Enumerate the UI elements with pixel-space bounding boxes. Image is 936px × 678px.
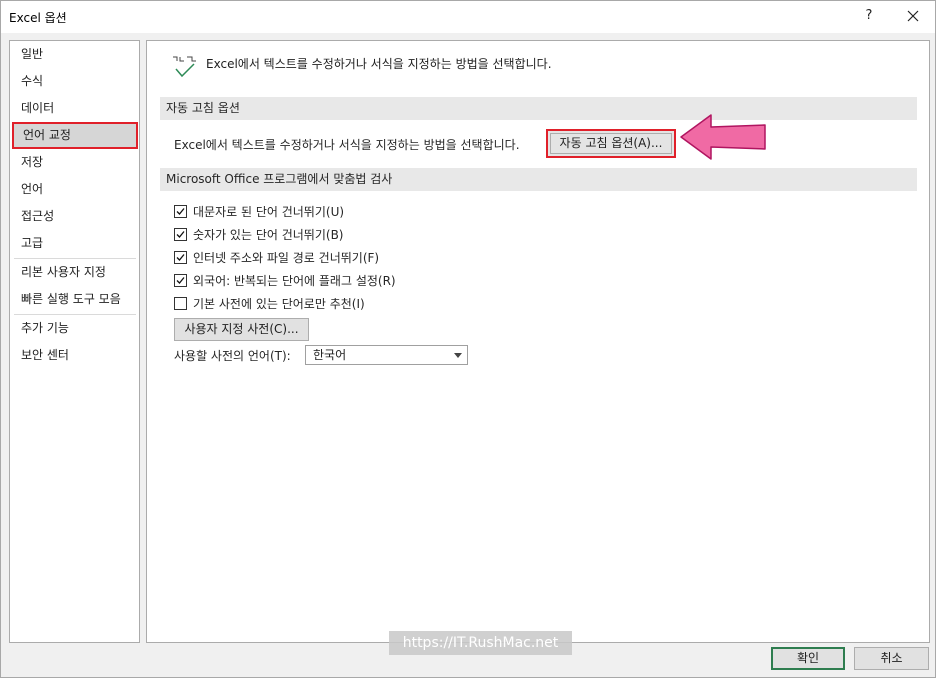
sidebar-item-add-ins[interactable]: 추가 기능: [10, 315, 139, 342]
close-icon: [907, 10, 919, 22]
option-suggest-main-dictionary-only[interactable]: 기본 사전에 있는 단어로만 추천(I): [174, 295, 365, 313]
help-button[interactable]: ?: [847, 1, 891, 31]
autocorrect-options-button[interactable]: 자동 고침 옵션(A)...: [546, 129, 676, 158]
autocorrect-section-header: 자동 고침 옵션: [160, 97, 917, 120]
panel-description: Excel에서 텍스트를 수정하거나 서식을 지정하는 방법을 선택합니다.: [206, 57, 552, 71]
option-ignore-numbers[interactable]: 숫자가 있는 단어 건너뛰기(B): [174, 226, 343, 244]
option-ignore-uppercase[interactable]: 대문자로 된 단어 건너뛰기(U): [174, 203, 344, 221]
custom-dictionaries-button[interactable]: 사용자 지정 사전(C)...: [174, 318, 309, 341]
checkbox[interactable]: [174, 251, 187, 264]
watermark: https://IT.RushMac.net: [389, 631, 572, 655]
spelling-section-header: Microsoft Office 프로그램에서 맞춤법 검사: [160, 168, 917, 191]
sidebar-item-quick-access-toolbar[interactable]: 빠른 실행 도구 모음: [10, 286, 139, 313]
autocorrect-description: Excel에서 텍스트를 수정하거나 서식을 지정하는 방법을 선택합니다.: [174, 138, 520, 152]
sidebar-item-proofing[interactable]: 언어 교정: [12, 122, 138, 149]
checkbox[interactable]: [174, 205, 187, 218]
option-ignore-internet-paths[interactable]: 인터넷 주소와 파일 경로 건너뛰기(F): [174, 249, 379, 267]
sidebar-item-customize-ribbon[interactable]: 리본 사용자 지정: [10, 259, 139, 286]
proofing-panel: Excel에서 텍스트를 수정하거나 서식을 지정하는 방법을 선택합니다. 자…: [146, 40, 930, 643]
proofing-abc-check-icon: [173, 56, 196, 78]
checkmark-icon: [176, 208, 185, 215]
pointer-arrow-annotation: [680, 114, 766, 160]
checkmark-icon: [176, 231, 185, 238]
checkbox[interactable]: [174, 297, 187, 310]
option-label: 대문자로 된 단어 건너뛰기(U): [193, 205, 345, 219]
checkbox[interactable]: [174, 274, 187, 287]
ok-button[interactable]: 확인: [771, 647, 845, 670]
sidebar-item-formulas[interactable]: 수식: [10, 68, 139, 95]
checkmark-icon: [176, 254, 185, 261]
checkbox[interactable]: [174, 228, 187, 241]
autocorrect-options-label: 자동 고침 옵션(A)...: [550, 133, 672, 154]
dictionary-language-value: 한국어: [313, 348, 347, 362]
option-label: 숫자가 있는 단어 건너뛰기(B): [193, 228, 344, 242]
dictionary-language-select[interactable]: 한국어: [305, 345, 468, 365]
dictionary-language-label: 사용할 사전의 언어(T):: [174, 349, 291, 363]
close-button[interactable]: [891, 1, 935, 31]
title-bar: Excel 옵션 ?: [1, 1, 935, 33]
checkmark-icon: [176, 277, 185, 284]
sidebar-item-advanced[interactable]: 고급: [10, 230, 139, 257]
option-label: 기본 사전에 있는 단어로만 추천(I): [193, 297, 365, 311]
sidebar-item-data[interactable]: 데이터: [10, 95, 139, 122]
sidebar-item-trust-center[interactable]: 보안 센터: [10, 342, 139, 369]
window-title: Excel 옵션: [9, 11, 67, 25]
option-flag-repeated-words[interactable]: 외국어: 반복되는 단어에 플래그 설정(R): [174, 272, 396, 290]
sidebar-item-save[interactable]: 저장: [10, 149, 139, 176]
cancel-button[interactable]: 취소: [854, 647, 929, 670]
excel-options-dialog: Excel 옵션 ? 일반 수식 데이터 언어 교정 저장 언어 접근성 고급 …: [0, 0, 936, 678]
option-label: 외국어: 반복되는 단어에 플래그 설정(R): [193, 274, 396, 288]
sidebar-item-general[interactable]: 일반: [10, 41, 139, 68]
chevron-down-icon: [454, 353, 462, 358]
option-label: 인터넷 주소와 파일 경로 건너뛰기(F): [193, 251, 380, 265]
category-sidebar: 일반 수식 데이터 언어 교정 저장 언어 접근성 고급 리본 사용자 지정 빠…: [9, 40, 140, 643]
sidebar-item-accessibility[interactable]: 접근성: [10, 203, 139, 230]
sidebar-item-language[interactable]: 언어: [10, 176, 139, 203]
